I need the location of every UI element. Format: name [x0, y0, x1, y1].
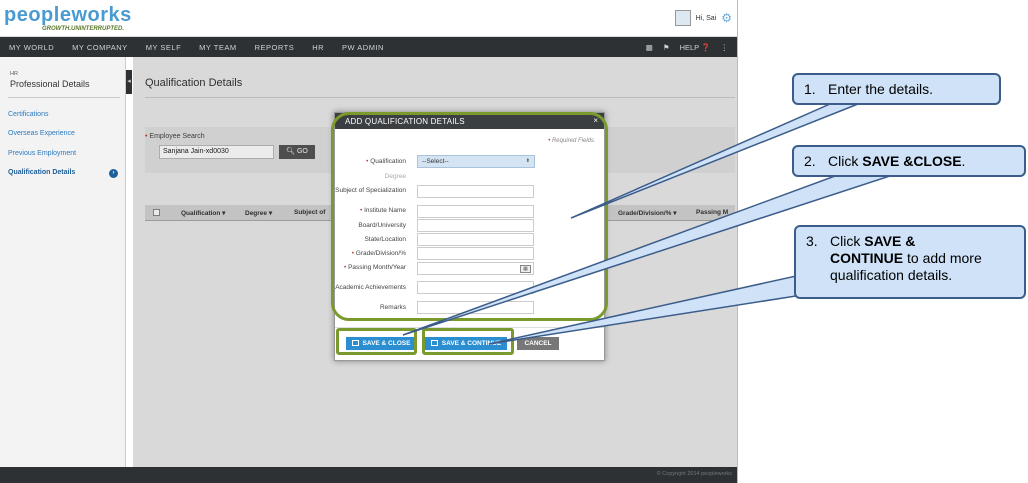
callout-step-1: 1. Enter the details.	[792, 73, 1001, 105]
callout-step-3: 3. Click SAVE & CONTINUE to add more qual…	[794, 225, 1026, 299]
callout-1-text: Enter the details.	[828, 81, 934, 97]
callout-1-number: 1.	[804, 81, 816, 97]
callout-step-2: 2. Click SAVE &CLOSE.	[792, 145, 1026, 177]
callout-3-prefix: Click	[830, 233, 865, 249]
callout-3-suffix: to add more	[903, 250, 982, 266]
callout-2-number: 2.	[804, 153, 816, 169]
callout-3-bold-1: SAVE &	[864, 233, 916, 249]
callout-3-bold-2: CONTINUE	[830, 250, 904, 266]
callout-3-line-3: qualification details.	[830, 267, 953, 283]
callout-2-prefix: Click	[828, 153, 863, 169]
callout-3-number: 3.	[806, 233, 818, 249]
callout-2-bold: SAVE &CLOSE	[862, 153, 962, 169]
callout-2-suffix: .	[961, 153, 966, 169]
